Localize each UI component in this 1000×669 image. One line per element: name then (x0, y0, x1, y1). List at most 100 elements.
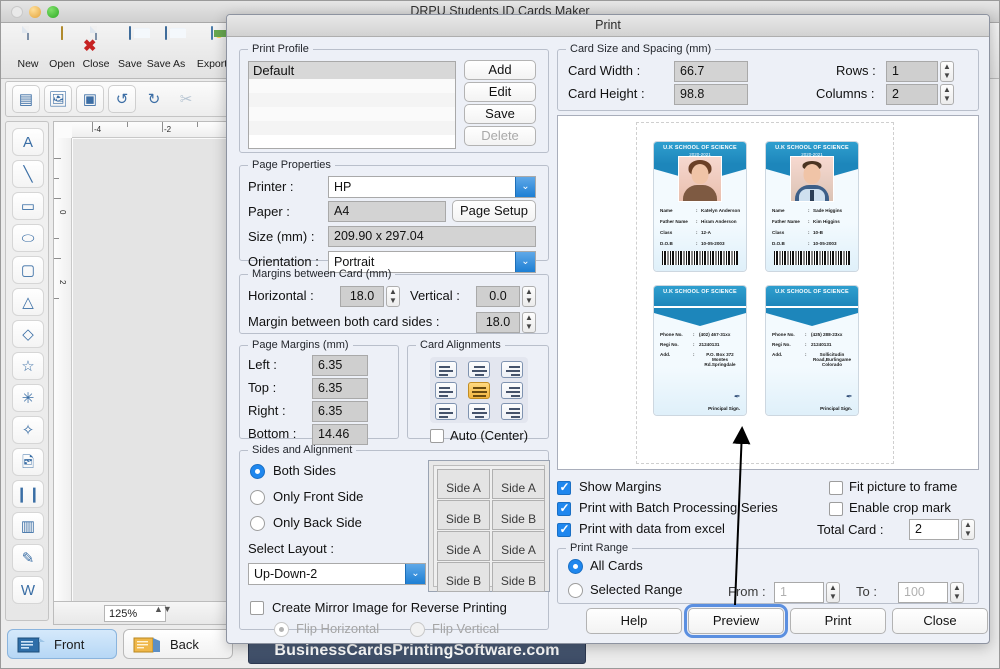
design-canvas-area[interactable]: -4 -2 0 2 (53, 121, 231, 621)
fit-picture-checkbox[interactable] (829, 481, 843, 495)
left-margin-label: Left : (248, 357, 277, 372)
ruler-label: 2 (58, 280, 67, 285)
field-value: 12-A (701, 230, 711, 235)
total-card-stepper[interactable]: ▲ ▼ (961, 519, 975, 540)
show-margins-checkbox[interactable] (557, 480, 571, 495)
toolbar-close-label: Close (82, 58, 110, 70)
help-button[interactable]: Help (586, 608, 682, 634)
card-height-input[interactable]: 98.8 (674, 84, 748, 105)
print-button[interactable]: Print (790, 608, 886, 634)
card-width-input[interactable]: 66.7 (674, 61, 748, 82)
zoom-stepper[interactable]: ▲▼ (154, 605, 172, 622)
from-input[interactable]: 1 (774, 582, 824, 603)
signature-mark: ✒ (845, 392, 852, 401)
crop-mark-checkbox[interactable] (829, 502, 843, 516)
profile-edit-button[interactable]: Edit (464, 82, 536, 102)
total-card-input[interactable]: 2 (909, 519, 959, 540)
front-card-icon (17, 637, 45, 653)
left-margin-input[interactable]: 6.35 (312, 355, 368, 376)
profile-save-button[interactable]: Save (464, 104, 536, 124)
print-profile-list[interactable]: Default (248, 61, 456, 149)
ellipse-icon[interactable]: ⬭ (12, 224, 44, 252)
top-margin-input[interactable]: 6.35 (312, 378, 368, 399)
star-icon[interactable]: ☆ (12, 352, 44, 380)
page-setup-button[interactable]: Page Setup (452, 200, 536, 222)
align-top-right-button[interactable] (501, 361, 523, 378)
toolbar-save-as-button[interactable]: Save As (141, 26, 191, 70)
align-top-center-button[interactable] (468, 361, 490, 378)
bottom-margin-input[interactable]: 14.46 (312, 424, 368, 445)
card-design-page[interactable] (73, 139, 230, 620)
both-card-sides-margin-stepper[interactable]: ▲ ▼ (522, 312, 536, 333)
printer-select[interactable]: HP ⌄ (328, 176, 536, 198)
card-school-name: U.K SCHOOL OF SCIENCE (663, 289, 737, 295)
text-A-icon[interactable]: A (12, 128, 44, 156)
align-middle-right-button[interactable] (501, 382, 523, 399)
floppy-save-as-icon (151, 26, 181, 57)
radio-only-front-side[interactable] (250, 490, 265, 505)
dialog-title-bar: Print (227, 15, 989, 37)
text-tool-icon[interactable]: ▤ (12, 85, 40, 113)
picture-icon[interactable]: 🖻 (12, 448, 44, 476)
radio-all-cards[interactable] (568, 559, 583, 574)
both-card-sides-margin-input[interactable]: 18.0 (476, 312, 520, 333)
print-preview-pane[interactable]: U.K SCHOOL OF SCIENCE 2020-2021 Name : Ka… (557, 115, 979, 470)
layout-cell: Side B (492, 500, 545, 530)
layout-cell: Side A (492, 531, 545, 561)
tab-back[interactable]: Back (123, 629, 233, 659)
align-middle-left-button[interactable] (435, 382, 457, 399)
rounded-rect-icon[interactable]: ▢ (12, 256, 44, 284)
to-stepper[interactable]: ▲ ▼ (950, 582, 964, 603)
align-top-left-button[interactable] (435, 361, 457, 378)
columns-input[interactable]: 2 (886, 84, 938, 105)
paper-value: A4 (328, 201, 446, 222)
orientation-value: Portrait (334, 255, 375, 269)
rows-input[interactable]: 1 (886, 61, 938, 82)
burst-icon[interactable]: ✳ (12, 384, 44, 412)
from-stepper[interactable]: ▲ ▼ (826, 582, 840, 603)
radio-both-sides[interactable] (250, 464, 265, 479)
align-bottom-left-button[interactable] (435, 403, 457, 420)
profile-add-button[interactable]: Add (464, 60, 536, 80)
horizontal-margin-label: Horizontal : (248, 288, 314, 303)
vertical-margin-input[interactable]: 0.0 (476, 286, 520, 307)
columns-stepper[interactable]: ▲ ▼ (940, 84, 954, 105)
right-margin-input[interactable]: 6.35 (312, 401, 368, 422)
mirror-image-checkbox[interactable] (250, 601, 264, 615)
size-value: 209.90 x 297.04 (328, 226, 536, 247)
preview-button[interactable]: Preview (684, 604, 788, 638)
layout-cell: Side A (492, 469, 545, 499)
image-tool-icon[interactable]: 🖼 (44, 85, 72, 113)
align-middle-center-button[interactable] (468, 382, 490, 399)
align-bottom-center-button[interactable] (468, 403, 490, 420)
radio-selected-range[interactable] (568, 583, 583, 598)
horizontal-margin-stepper[interactable]: ▲ ▼ (386, 286, 400, 307)
rectangle-icon[interactable]: ▭ (12, 192, 44, 220)
batch-series-checkbox[interactable] (557, 501, 571, 516)
align-bottom-right-button[interactable] (501, 403, 523, 420)
label-both-sides: Both Sides (273, 463, 336, 478)
auto-center-label: Auto (Center) (450, 428, 529, 443)
rows-stepper[interactable]: ▲ ▼ (940, 61, 954, 82)
triangle-icon[interactable]: △ (12, 288, 44, 316)
watermark-icon[interactable]: W (12, 576, 44, 604)
vertical-margin-stepper[interactable]: ▲ ▼ (522, 286, 536, 307)
to-input[interactable]: 100 (898, 582, 948, 603)
auto-center-checkbox[interactable] (430, 429, 444, 443)
signature-pen-icon[interactable]: ✎ (12, 544, 44, 572)
layout-select[interactable]: Up-Down-2 ⌄ (248, 563, 426, 585)
close-button[interactable]: Close (892, 608, 988, 634)
redo-icon[interactable]: ↻ (140, 85, 168, 113)
tab-front[interactable]: Front (7, 629, 117, 659)
data-from-excel-checkbox[interactable] (557, 522, 571, 537)
radio-only-back-side[interactable] (250, 516, 265, 531)
line-icon[interactable]: ╲ (12, 160, 44, 188)
four-point-star-icon[interactable]: ✧ (12, 416, 44, 444)
insert-object-icon[interactable]: ▣ (76, 85, 104, 113)
undo-icon[interactable]: ↺ (108, 85, 136, 113)
diamond-icon[interactable]: ◇ (12, 320, 44, 348)
barcode-icon[interactable]: ▥ (12, 512, 44, 540)
horizontal-margin-input[interactable]: 18.0 (340, 286, 384, 307)
profile-list-item[interactable]: Default (249, 62, 455, 79)
books-icon[interactable]: ❙❙ (12, 480, 44, 508)
